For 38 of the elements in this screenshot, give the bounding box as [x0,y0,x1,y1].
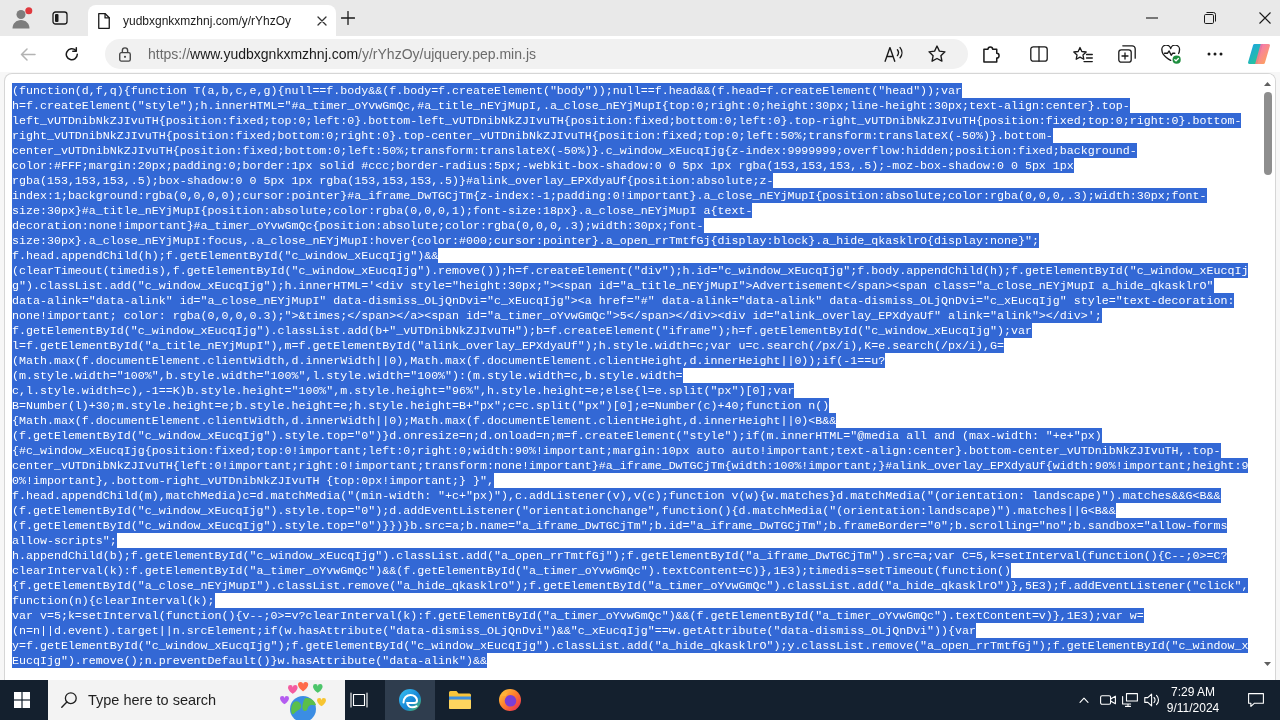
favorites-icon[interactable] [1073,45,1093,63]
split-screen-icon[interactable] [1030,46,1048,62]
collections-icon[interactable] [1118,45,1136,63]
plus-icon[interactable] [341,11,355,25]
refresh-icon[interactable] [65,47,79,61]
document-icon [98,12,110,29]
swirl-app-icon[interactable] [385,680,435,720]
puzzle-icon[interactable] [982,45,1000,63]
chevron-up-icon[interactable] [1079,697,1089,703]
lock-icon[interactable] [119,46,131,62]
ribbon-logo-icon[interactable] [1247,44,1270,64]
notification-icon[interactable] [1248,693,1264,707]
flame-globe-icon[interactable] [498,688,522,712]
close-icon[interactable] [1259,12,1271,24]
caret-down-icon[interactable] [1264,662,1271,666]
clock-date[interactable]: 9/11/2024 [1166,700,1220,716]
star-icon[interactable] [928,45,946,63]
address-field[interactable]: https://www.yudbxgnkxmzhnj.com/y/rYhzOy/ujquery.pep.min.js [105,39,968,69]
tab-panel-icon[interactable] [52,10,68,26]
caret-up-icon[interactable] [1264,82,1271,86]
more-icon[interactable] [1207,52,1223,56]
camera-icon[interactable] [1100,694,1116,706]
scrollbar-thumb[interactable] [1263,92,1272,175]
avatar-icon[interactable] [11,7,33,29]
task-view-icon[interactable] [350,692,368,708]
globe-icon [280,682,326,720]
folder-icon[interactable] [448,688,472,712]
search-field[interactable]: Type here to search [48,680,345,720]
start-logo-icon[interactable] [14,692,30,708]
heart-pulse-icon[interactable] [1161,44,1181,64]
volume-icon[interactable] [1144,693,1160,707]
restore-icon[interactable] [1204,12,1216,24]
close-icon[interactable] [317,15,327,26]
browser-tab[interactable]: yudbxgnkxmzhnj.com/y/rYhzOy [88,5,336,36]
clock-time[interactable]: 7:29 AM [1171,684,1215,700]
read-aloud-icon[interactable] [884,46,904,62]
search-icon[interactable] [61,692,77,708]
network-icon[interactable] [1122,693,1138,707]
